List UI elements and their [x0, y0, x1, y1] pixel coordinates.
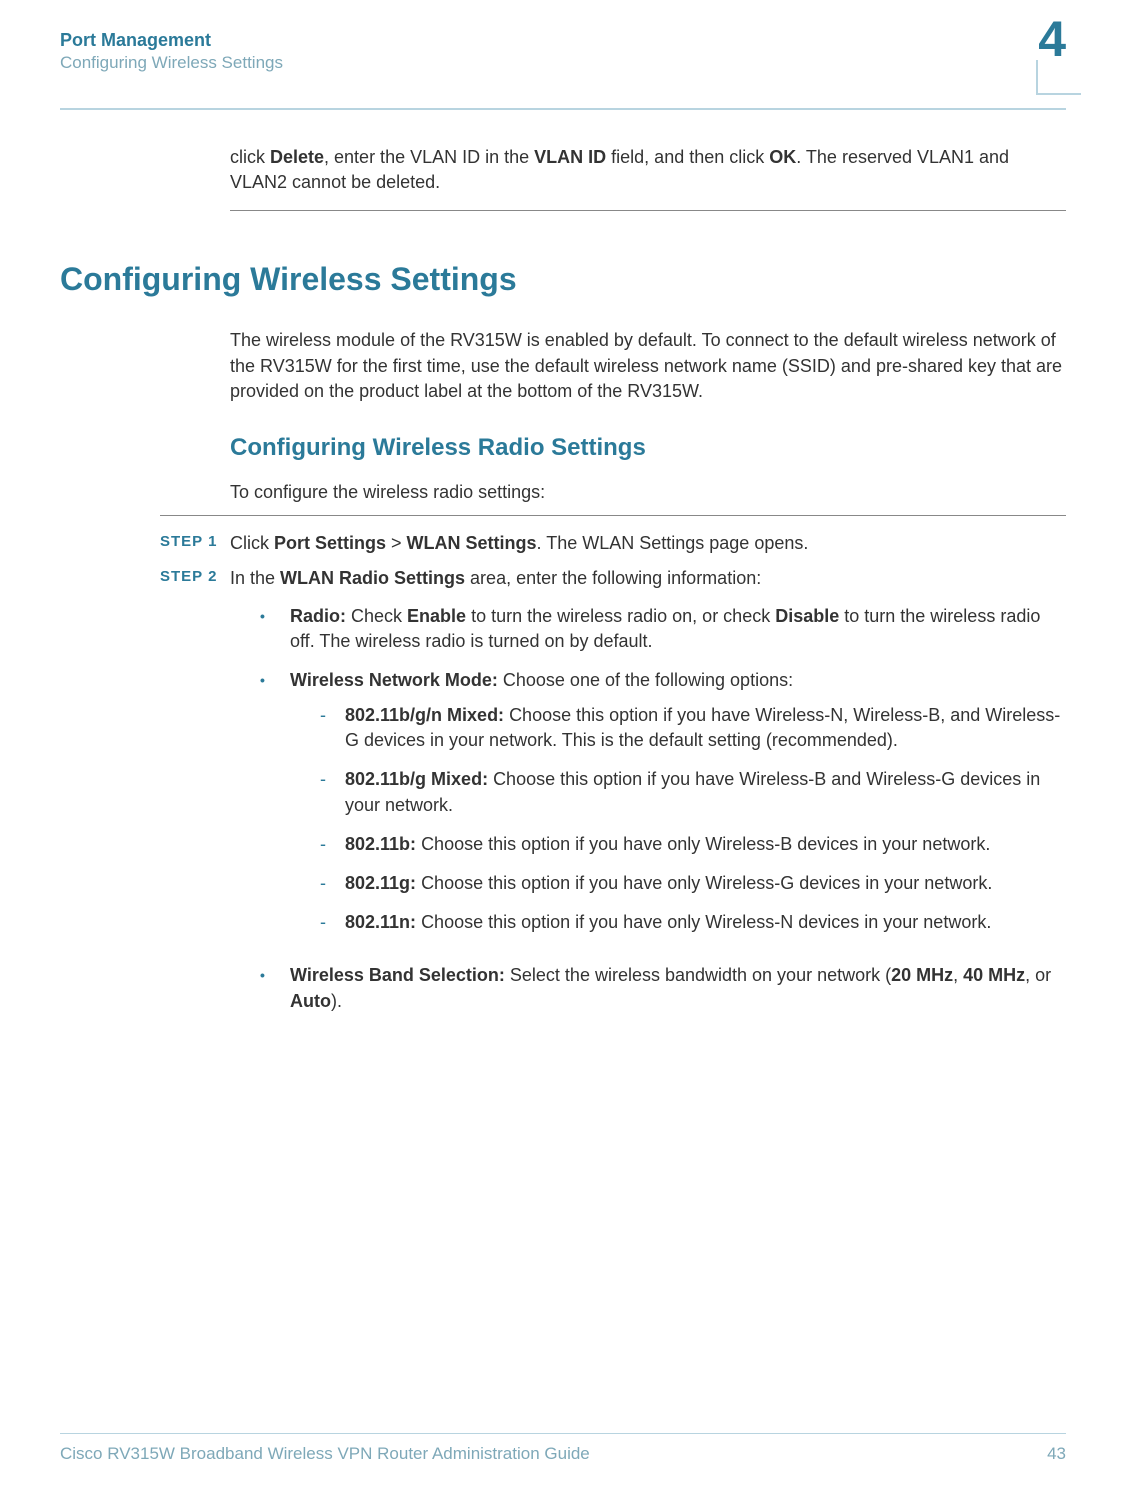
bullet-mode: • Wireless Network Mode: Choose one of t…: [260, 668, 1066, 950]
h1-configuring-wireless: Configuring Wireless Settings: [60, 261, 1066, 298]
wireless-intro: The wireless module of the RV315W is ena…: [230, 328, 1066, 404]
bullet-radio: • Radio: Check Enable to turn the wirele…: [260, 604, 1066, 654]
dash-marker-icon: -: [320, 871, 345, 896]
page-footer: Cisco RV315W Broadband Wireless VPN Rout…: [60, 1433, 1066, 1464]
step-2-label: STEP 2: [160, 566, 230, 1027]
bullet-band: • Wireless Band Selection: Select the wi…: [260, 963, 1066, 1013]
footer-divider: [60, 1433, 1066, 1434]
dash-bgn: - 802.11b/g/n Mixed: Choose this option …: [320, 703, 1066, 753]
h2-radio-settings: Configuring Wireless Radio Settings: [230, 434, 1066, 462]
step-2-content: In the WLAN Radio Settings area, enter t…: [230, 566, 1066, 1027]
intro-paragraph: click Delete, enter the VLAN ID in the V…: [230, 145, 1066, 195]
dash-marker-icon: -: [320, 910, 345, 935]
dash-marker-icon: -: [320, 832, 345, 857]
footer-page-number: 43: [1047, 1444, 1066, 1464]
dash-n: - 802.11n: Choose this option if you hav…: [320, 910, 1066, 935]
header-title: Port Management: [60, 30, 283, 51]
header-subtitle: Configuring Wireless Settings: [60, 53, 283, 73]
dash-b: - 802.11b: Choose this option if you hav…: [320, 832, 1066, 857]
step-1-label: STEP 1: [160, 531, 230, 556]
footer-guide-title: Cisco RV315W Broadband Wireless VPN Rout…: [60, 1444, 590, 1464]
step-2: STEP 2 In the WLAN Radio Settings area, …: [60, 566, 1066, 1027]
bullet-marker-icon: •: [260, 668, 290, 950]
section-divider: [230, 210, 1066, 211]
header-divider: [60, 108, 1066, 110]
step-divider: [160, 515, 1066, 516]
dash-marker-icon: -: [320, 767, 345, 817]
page-header: Port Management Configuring Wireless Set…: [60, 30, 1066, 73]
step-1: STEP 1 Click Port Settings > WLAN Settin…: [60, 531, 1066, 556]
bullet-marker-icon: •: [260, 604, 290, 654]
bullet-marker-icon: •: [260, 963, 290, 1013]
dash-g: - 802.11g: Choose this option if you hav…: [320, 871, 1066, 896]
chapter-box-decoration: [1036, 60, 1081, 95]
radio-intro: To configure the wireless radio settings…: [230, 480, 1066, 505]
dash-marker-icon: -: [320, 703, 345, 753]
step-1-content: Click Port Settings > WLAN Settings. The…: [230, 531, 1066, 556]
dash-bg: - 802.11b/g Mixed: Choose this option if…: [320, 767, 1066, 817]
